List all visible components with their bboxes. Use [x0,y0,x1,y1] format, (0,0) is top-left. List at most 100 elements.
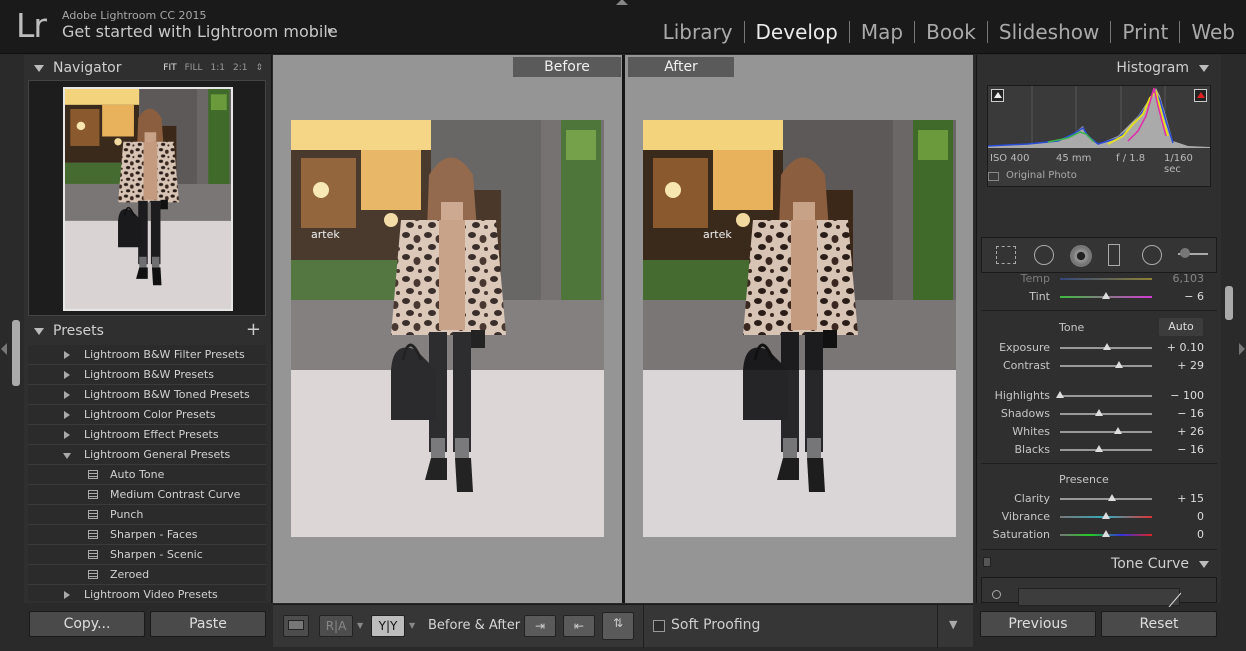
exposure-slider-row[interactable]: Exposure + 0.10 [977,339,1222,357]
expand-arrow-icon[interactable] [64,431,70,439]
module-develop[interactable]: Develop [743,21,849,43]
crop-tool-icon[interactable] [996,246,1016,264]
after-photo[interactable]: artek [643,120,956,537]
collapse-right-panel-icon[interactable] [1239,343,1245,355]
right-scrollbar[interactable] [1225,286,1233,320]
navigator-header[interactable]: Navigator FIT FILL 1:1 2:1 ⇕ [24,57,271,81]
collapse-triangle-icon[interactable] [34,65,44,72]
module-library[interactable]: Library [652,21,744,43]
histogram[interactable]: ISO 400 45 mm f / 1.8 1/160 sec Original… [987,85,1211,187]
expand-arrow-icon[interactable] [64,391,70,399]
collapse-triangle-icon[interactable] [34,328,44,335]
expand-arrow-icon[interactable] [64,591,70,599]
shadow-clipping-toggle[interactable] [991,89,1004,102]
slider-knob[interactable] [1102,512,1110,519]
preset-item[interactable]: Punch [28,505,266,525]
graduated-filter-icon[interactable] [1108,244,1120,266]
blacks-slider-row[interactable]: Blacks − 16 [977,441,1222,459]
contrast-slider-row[interactable]: Contrast + 29 [977,357,1222,375]
play-arrow-icon[interactable]: ▸ [328,25,333,36]
copy-button[interactable]: Copy... [29,611,145,637]
zoom-stepper-icon[interactable]: ⇕ [255,63,263,73]
preset-folder[interactable]: Lightroom B&W Filter Presets [28,345,266,365]
red-eye-icon[interactable] [1070,245,1092,267]
tone-curve-preview[interactable] [981,577,1217,608]
zoom-1-1[interactable]: 1:1 [210,63,224,73]
collapse-left-panel-icon[interactable] [1,343,7,355]
module-map[interactable]: Map [848,21,914,43]
preset-folder[interactable]: Lightroom Video Presets [28,585,266,601]
spot-removal-icon[interactable] [1034,245,1054,265]
ra-view-button[interactable]: R|A [319,615,353,637]
saturation-slider-row[interactable]: Saturation 0 [977,526,1222,544]
collapse-triangle-icon[interactable] [1199,561,1209,568]
slider-knob[interactable] [1094,409,1103,416]
preset-folder-open[interactable]: Lightroom General Presets [28,445,266,465]
curve-canvas[interactable] [1018,588,1182,608]
module-book[interactable]: Book [914,21,987,43]
view-dropdown-icon[interactable]: ▼ [357,621,363,630]
toolbar-menu-icon[interactable]: ▼ [949,618,957,631]
swap-before-after-button[interactable]: ⇅ [602,612,634,640]
preset-item[interactable]: Sharpen - Scenic [28,545,266,565]
loupe-view-button[interactable] [283,615,309,637]
slider-knob[interactable] [1108,494,1117,501]
slider-knob[interactable] [1113,427,1122,434]
yy-view-button[interactable]: Y|Y [371,615,405,637]
preset-item[interactable]: Medium Contrast Curve [28,485,266,505]
preset-item[interactable]: Zeroed [28,565,266,585]
preset-item[interactable]: Auto Tone [28,465,266,485]
slider-knob[interactable] [1102,343,1111,350]
before-view[interactable]: Before artek [273,55,622,603]
slider-knob[interactable] [1114,361,1123,368]
expand-arrow-icon[interactable] [64,411,70,419]
whites-slider-row[interactable]: Whites + 26 [977,423,1222,441]
slider-knob[interactable] [1094,445,1103,452]
expand-arrow-icon[interactable] [64,371,70,379]
copy-before-to-after-button[interactable]: ⇥ [524,615,556,637]
vibrance-slider-row[interactable]: Vibrance 0 [977,508,1222,526]
collapse-arrow-icon[interactable] [63,453,71,459]
left-scrollbar[interactable] [12,320,20,386]
zoom-fill[interactable]: FILL [185,63,203,73]
expand-arrow-icon[interactable] [64,351,70,359]
copy-after-to-before-button[interactable]: ⇤ [563,615,595,637]
panel-toggle-icon[interactable] [983,557,991,567]
highlights-slider-row[interactable]: Highlights − 100 [977,387,1222,405]
histogram-header[interactable]: Histogram [977,57,1221,81]
highlight-clipping-toggle[interactable] [1194,89,1207,102]
collapse-triangle-icon[interactable] [1199,65,1209,72]
preset-folder[interactable]: Lightroom Color Presets [28,405,266,425]
radial-filter-icon[interactable] [1142,245,1162,265]
mobile-prompt[interactable]: Get started with Lightroom mobile [62,22,338,41]
navigator-preview[interactable] [28,80,266,316]
module-web[interactable]: Web [1179,21,1246,43]
shadows-slider-row[interactable]: Shadows − 16 [977,405,1222,423]
module-print[interactable]: Print [1110,21,1179,43]
soft-proofing-checkbox[interactable] [653,620,665,632]
presets-header[interactable]: Presets + [24,319,271,344]
reset-button[interactable]: Reset [1101,611,1217,637]
slider-knob[interactable] [1102,530,1110,537]
zoom-2-1[interactable]: 2:1 [233,63,247,73]
previous-button[interactable]: Previous [980,611,1096,637]
original-photo-checkbox[interactable] [988,172,999,181]
preset-folder[interactable]: Lightroom Effect Presets [28,425,266,445]
preset-item[interactable]: Sharpen - Faces [28,525,266,545]
collapse-top-panel-icon[interactable] [616,0,628,5]
navigator-thumbnail[interactable] [63,87,233,311]
paste-button[interactable]: Paste [150,611,266,637]
module-slideshow[interactable]: Slideshow [986,21,1111,43]
zoom-fit[interactable]: FIT [163,63,176,73]
tint-slider-row[interactable]: Tint − 6 [977,288,1222,306]
temp-slider-row[interactable]: Temp 6,103 [977,270,1222,288]
view-dropdown-icon[interactable]: ▼ [409,621,415,630]
clarity-slider-row[interactable]: Clarity + 15 [977,490,1222,508]
target-adjust-icon[interactable] [992,590,1001,599]
preset-folder[interactable]: Lightroom B&W Toned Presets [28,385,266,405]
add-preset-icon[interactable]: + [246,319,261,340]
slider-knob[interactable] [1056,391,1064,398]
after-view[interactable]: After artek [625,55,973,603]
tone-curve-header[interactable]: Tone Curve [977,553,1221,577]
before-photo[interactable]: artek [291,120,604,537]
